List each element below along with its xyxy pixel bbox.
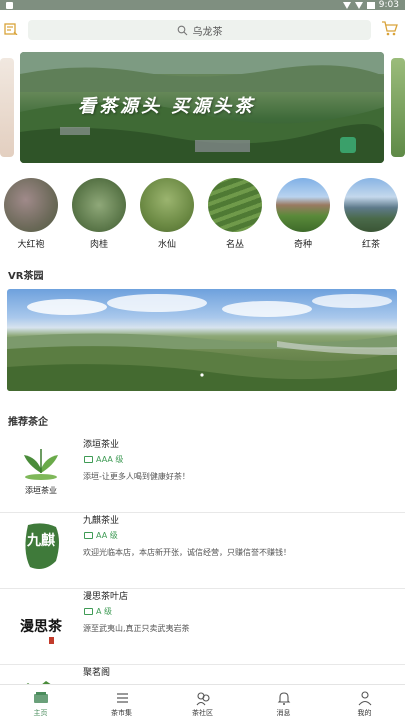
list-icon	[116, 693, 128, 703]
recommend-section-title: 推荐茶企	[8, 417, 48, 428]
company-grade: AA 级	[84, 530, 118, 541]
person-icon	[358, 691, 371, 706]
category-item[interactable]: 大红袍	[2, 178, 60, 253]
grade-icon	[84, 608, 93, 615]
company-desc: 欢迎光临本店，本店新开张，诚信经营，只赚信誉不赚钱！	[83, 548, 291, 557]
carousel-dot	[200, 373, 204, 377]
category-label: 红茶	[361, 240, 380, 250]
scan-icon[interactable]	[4, 23, 18, 35]
tab-home[interactable]: 主页	[0, 685, 81, 720]
home-icon	[33, 692, 48, 703]
company-item[interactable]: 九麒 九麒茶业 AA 级 欢迎光临本店，本店新开张，诚信经营，只赚信誉不赚钱！	[0, 513, 405, 589]
company-name: 聚茗阁	[83, 668, 111, 678]
company-logo: 漫思茶	[20, 618, 63, 644]
category-item[interactable]: 名丛	[206, 178, 264, 253]
search-icon	[177, 25, 187, 35]
community-icon	[196, 692, 210, 706]
logo-text: 九麒	[26, 532, 55, 549]
bottom-tab-bar: 主页 茶市集 茶社区 消息 我的	[0, 684, 405, 720]
category-image	[276, 178, 330, 232]
category-item[interactable]: 水仙	[138, 178, 196, 253]
banner-slide[interactable]: 看茶源头 买源头茶	[20, 52, 384, 163]
category-item[interactable]: 红茶	[342, 178, 400, 253]
category-image	[140, 178, 194, 232]
company-grade: A 级	[84, 606, 112, 617]
company-grade: AAA 级	[84, 454, 123, 465]
banner-prev-slide[interactable]	[0, 58, 14, 157]
company-item[interactable]: 漫思茶 漫思茶叶店 A 级 源至武夷山,真正只卖武夷岩茶	[0, 589, 405, 665]
search-input[interactable]: 乌龙茶	[28, 20, 371, 40]
grade-icon	[84, 532, 93, 539]
tab-profile[interactable]: 我的	[324, 685, 405, 720]
category-image	[208, 178, 262, 232]
wifi-icon	[342, 1, 351, 9]
signal-icon	[354, 1, 363, 9]
category-item[interactable]: 肉桂	[70, 178, 128, 253]
logo-text: 添垣茶业	[25, 485, 57, 495]
category-image	[4, 178, 58, 232]
top-bar: 乌龙茶	[0, 10, 405, 46]
tab-community[interactable]: 茶社区	[162, 685, 243, 720]
bell-icon	[277, 692, 290, 705]
category-image	[72, 178, 126, 232]
cart-icon[interactable]	[381, 20, 398, 37]
company-name: 九麒茶业	[83, 516, 120, 526]
category-label: 名丛	[225, 240, 244, 250]
company-logo: 九麒	[25, 523, 59, 569]
battery-icon	[366, 1, 375, 9]
company-item[interactable]: 添垣茶业 添垣茶业 AAA 级 添垣-让更多人喝到健康好茶！	[0, 437, 405, 513]
vr-landscape	[7, 294, 397, 391]
status-time: 9:03	[378, 0, 399, 10]
tab-market[interactable]: 茶市集	[81, 685, 162, 720]
company-desc: 添垣-让更多人喝到健康好茶！	[83, 472, 190, 481]
tab-label: 消息	[276, 709, 291, 717]
tab-messages[interactable]: 消息	[243, 685, 324, 720]
company-name: 漫思茶叶店	[83, 592, 129, 602]
banner-logo	[340, 137, 356, 153]
tab-label: 茶社区	[192, 709, 213, 717]
category-image	[344, 178, 398, 232]
category-label: 奇种	[293, 240, 312, 250]
notification-icon	[6, 1, 13, 9]
banner-carousel[interactable]: 看茶源头 买源头茶	[0, 52, 405, 163]
search-placeholder: 乌龙茶	[192, 26, 223, 38]
category-label: 肉桂	[89, 240, 108, 250]
tab-label: 主页	[33, 709, 48, 717]
company-logo: 添垣茶业	[24, 449, 58, 495]
vr-section-title: VR茶园	[8, 271, 44, 282]
vr-panorama[interactable]	[7, 289, 397, 391]
banner-slogan: 看茶源头 买源头茶	[78, 96, 256, 117]
logo-text: 漫思茶	[20, 618, 63, 635]
company-desc: 源至武夷山,真正只卖武夷岩茶	[83, 624, 190, 633]
banner-next-slide[interactable]	[391, 58, 405, 157]
category-item[interactable]: 奇种	[274, 178, 332, 253]
company-name: 添垣茶业	[83, 440, 120, 450]
tab-label: 我的	[357, 709, 372, 717]
category-label: 大红袍	[17, 240, 45, 250]
status-bar: 9:03	[0, 0, 405, 10]
category-label: 水仙	[157, 240, 176, 250]
category-row: 大红袍 肉桂 水仙 名丛 奇种 红茶	[0, 178, 405, 253]
grade-icon	[84, 456, 93, 463]
tab-label: 茶市集	[111, 709, 132, 717]
